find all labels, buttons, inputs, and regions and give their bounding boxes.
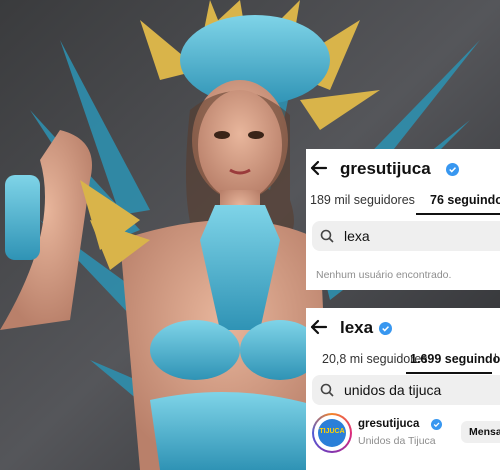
active-tab-indicator: [416, 213, 500, 215]
search-icon: [320, 383, 334, 397]
message-button[interactable]: Mensa: [461, 421, 500, 443]
follow-tabs: 189 mil seguidores 76 seguindo: [306, 189, 500, 215]
avatar[interactable]: TIJUCA: [312, 413, 352, 453]
search-icon: [320, 229, 334, 243]
search-input[interactable]: lexa: [344, 228, 370, 244]
verified-icon: [431, 419, 442, 430]
follow-tabs: 20,8 mi seguidores 1.699 seguindo l: [306, 348, 500, 374]
search-input[interactable]: unidos da tijuca: [344, 382, 441, 398]
active-tab-indicator: [406, 372, 492, 374]
result-display-name: Unidos da Tijuca: [358, 435, 436, 447]
no-results-message: Nenhum usuário encontrado.: [316, 269, 452, 281]
profile-username: lexa: [340, 318, 374, 337]
profile-header: gresutijuca: [306, 149, 500, 189]
verified-icon: [379, 322, 392, 335]
profile-header: lexa: [306, 308, 500, 348]
verified-icon: [446, 163, 459, 176]
tab-following[interactable]: 76 seguindo: [430, 193, 500, 207]
instagram-following-panel-bottom: lexa 20,8 mi seguidores 1.699 seguindo l…: [306, 308, 500, 470]
search-bar[interactable]: lexa: [312, 221, 500, 251]
result-username[interactable]: gresutijuca: [358, 418, 419, 430]
instagram-following-panel-top: gresutijuca 189 mil seguidores 76 seguin…: [306, 149, 500, 290]
tab-following[interactable]: 1.699 seguindo: [410, 352, 500, 366]
tijuca-logo-icon: TIJUCA: [318, 419, 346, 447]
tab-more[interactable]: l: [494, 352, 497, 366]
back-arrow-icon[interactable]: [308, 316, 330, 338]
tab-followers[interactable]: 189 mil seguidores: [310, 193, 415, 207]
search-bar[interactable]: unidos da tijuca: [312, 375, 500, 405]
profile-username: gresutijuca: [340, 159, 431, 178]
back-arrow-icon[interactable]: [308, 157, 330, 179]
